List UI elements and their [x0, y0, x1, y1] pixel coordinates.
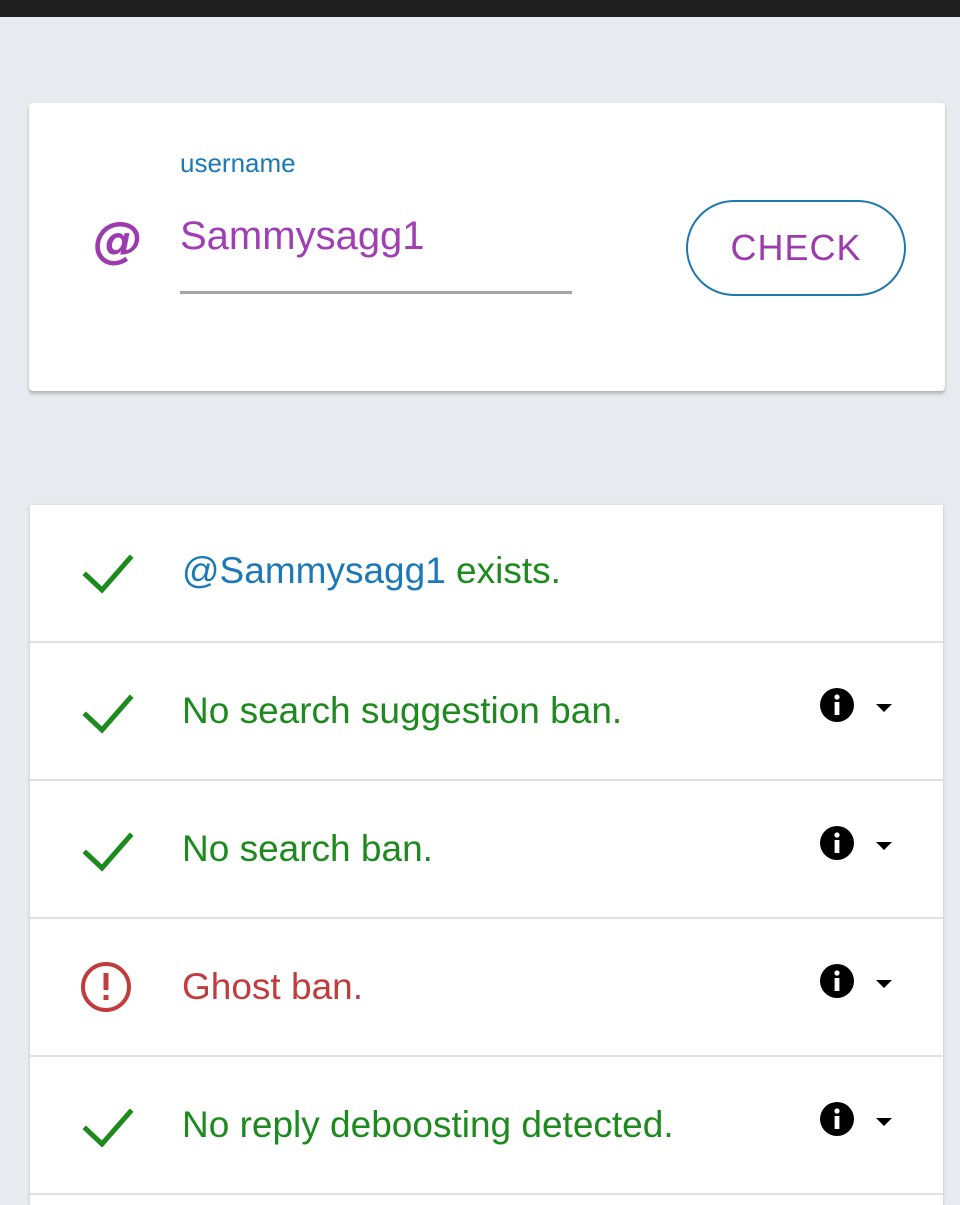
check-button[interactable]: CHECK: [686, 200, 906, 296]
at-icon: @: [93, 211, 143, 269]
result-row-search-ban[interactable]: No search ban.: [30, 781, 943, 919]
check-icon: [78, 542, 138, 602]
exists-suffix: exists.: [445, 550, 561, 591]
info-icon[interactable]: [819, 687, 855, 723]
check-icon: [78, 820, 138, 880]
result-text: No search ban.: [182, 828, 433, 869]
info-icon[interactable]: [819, 963, 855, 999]
username-handle-link[interactable]: @Sammysagg1: [182, 550, 446, 591]
check-icon: [78, 682, 138, 742]
caret-down-icon[interactable]: [875, 976, 893, 988]
results-card: @Sammysagg1 exists. No search suggestion…: [30, 505, 943, 1205]
result-exists-text: @Sammysagg1 exists.: [182, 547, 561, 595]
check-icon: [78, 1096, 138, 1156]
info-icon[interactable]: [819, 825, 855, 861]
username-input[interactable]: [180, 206, 572, 266]
result-row-ghost-ban[interactable]: Ghost ban.: [30, 919, 943, 1057]
username-field-label: username: [180, 148, 296, 178]
username-input-underline: [180, 291, 572, 294]
result-row-search-suggestion[interactable]: No search suggestion ban.: [30, 643, 943, 781]
result-text: No reply deboosting detected.: [182, 1104, 674, 1145]
caret-down-icon[interactable]: [875, 1114, 893, 1126]
status-bar: [0, 0, 960, 17]
alert-circle-icon: [78, 957, 138, 1017]
info-icon[interactable]: [819, 1101, 855, 1137]
result-text: Ghost ban.: [182, 966, 364, 1007]
caret-down-icon[interactable]: [875, 700, 893, 712]
caret-down-icon[interactable]: [875, 838, 893, 850]
result-text: No search suggestion ban.: [182, 690, 623, 731]
result-row-reply-deboosting[interactable]: No reply deboosting detected.: [30, 1057, 943, 1195]
result-row-exists: @Sammysagg1 exists.: [30, 505, 943, 643]
